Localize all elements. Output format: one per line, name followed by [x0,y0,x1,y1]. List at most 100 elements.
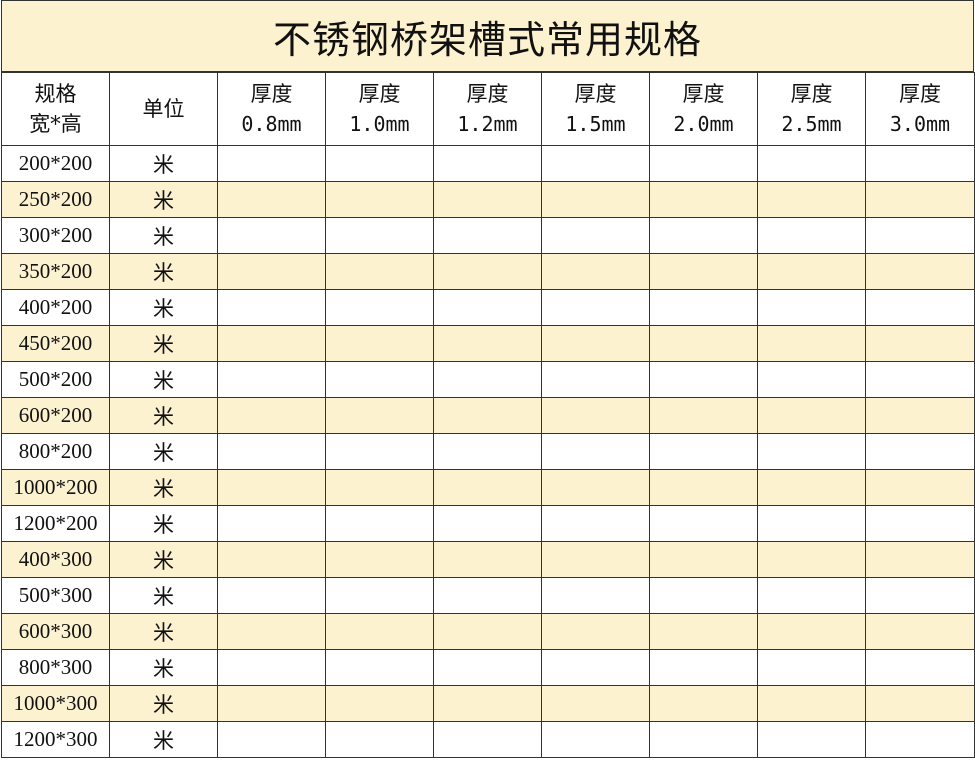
cell-price[interactable] [325,649,434,686]
cell-price[interactable] [865,325,975,362]
cell-price[interactable] [325,577,434,614]
cell-price[interactable] [649,289,758,326]
cell-price[interactable] [217,505,326,542]
cell-price[interactable] [433,217,542,254]
cell-price[interactable] [325,433,434,470]
cell-price[interactable] [865,577,975,614]
cell-price[interactable] [541,721,650,758]
cell-price[interactable] [325,685,434,722]
cell-price[interactable] [541,361,650,398]
cell-price[interactable] [649,613,758,650]
cell-price[interactable] [865,253,975,290]
cell-price[interactable] [865,685,975,722]
cell-price[interactable] [541,325,650,362]
cell-price[interactable] [217,181,326,218]
cell-price[interactable] [325,361,434,398]
cell-price[interactable] [757,649,866,686]
cell-price[interactable] [325,613,434,650]
cell-price[interactable] [865,217,975,254]
cell-price[interactable] [217,289,326,326]
cell-price[interactable] [433,253,542,290]
cell-price[interactable] [865,145,975,182]
cell-price[interactable] [433,541,542,578]
cell-price[interactable] [433,469,542,506]
cell-price[interactable] [217,613,326,650]
cell-price[interactable] [865,721,975,758]
cell-price[interactable] [433,685,542,722]
cell-price[interactable] [757,325,866,362]
cell-price[interactable] [757,253,866,290]
cell-price[interactable] [217,721,326,758]
cell-price[interactable] [217,577,326,614]
cell-price[interactable] [433,613,542,650]
cell-price[interactable] [865,433,975,470]
cell-price[interactable] [325,469,434,506]
cell-price[interactable] [433,649,542,686]
cell-price[interactable] [649,685,758,722]
cell-price[interactable] [217,361,326,398]
cell-price[interactable] [433,289,542,326]
cell-price[interactable] [541,541,650,578]
cell-price[interactable] [325,145,434,182]
cell-price[interactable] [757,181,866,218]
cell-price[interactable] [865,361,975,398]
cell-price[interactable] [541,433,650,470]
cell-price[interactable] [217,649,326,686]
cell-price[interactable] [541,253,650,290]
cell-price[interactable] [217,253,326,290]
cell-price[interactable] [757,361,866,398]
cell-price[interactable] [325,541,434,578]
cell-price[interactable] [325,253,434,290]
cell-price[interactable] [541,289,650,326]
cell-price[interactable] [541,685,650,722]
cell-price[interactable] [325,181,434,218]
cell-price[interactable] [649,721,758,758]
cell-price[interactable] [325,505,434,542]
cell-price[interactable] [757,469,866,506]
cell-price[interactable] [865,181,975,218]
cell-price[interactable] [649,577,758,614]
cell-price[interactable] [865,613,975,650]
cell-price[interactable] [217,325,326,362]
cell-price[interactable] [325,325,434,362]
cell-price[interactable] [757,541,866,578]
cell-price[interactable] [649,217,758,254]
cell-price[interactable] [649,469,758,506]
cell-price[interactable] [325,217,434,254]
cell-price[interactable] [217,397,326,434]
cell-price[interactable] [541,217,650,254]
cell-price[interactable] [541,505,650,542]
cell-price[interactable] [433,397,542,434]
cell-price[interactable] [757,613,866,650]
cell-price[interactable] [865,649,975,686]
cell-price[interactable] [433,433,542,470]
cell-price[interactable] [541,469,650,506]
cell-price[interactable] [217,145,326,182]
cell-price[interactable] [757,217,866,254]
cell-price[interactable] [433,181,542,218]
cell-price[interactable] [217,469,326,506]
cell-price[interactable] [541,181,650,218]
cell-price[interactable] [649,325,758,362]
cell-price[interactable] [865,469,975,506]
cell-price[interactable] [217,541,326,578]
cell-price[interactable] [757,721,866,758]
cell-price[interactable] [433,505,542,542]
cell-price[interactable] [757,505,866,542]
cell-price[interactable] [541,577,650,614]
cell-price[interactable] [649,541,758,578]
cell-price[interactable] [649,397,758,434]
cell-price[interactable] [433,325,542,362]
cell-price[interactable] [649,181,758,218]
cell-price[interactable] [541,145,650,182]
cell-price[interactable] [757,289,866,326]
cell-price[interactable] [325,721,434,758]
cell-price[interactable] [217,217,326,254]
cell-price[interactable] [757,577,866,614]
cell-price[interactable] [433,577,542,614]
cell-price[interactable] [757,685,866,722]
cell-price[interactable] [541,649,650,686]
cell-price[interactable] [649,145,758,182]
cell-price[interactable] [325,289,434,326]
cell-price[interactable] [217,433,326,470]
